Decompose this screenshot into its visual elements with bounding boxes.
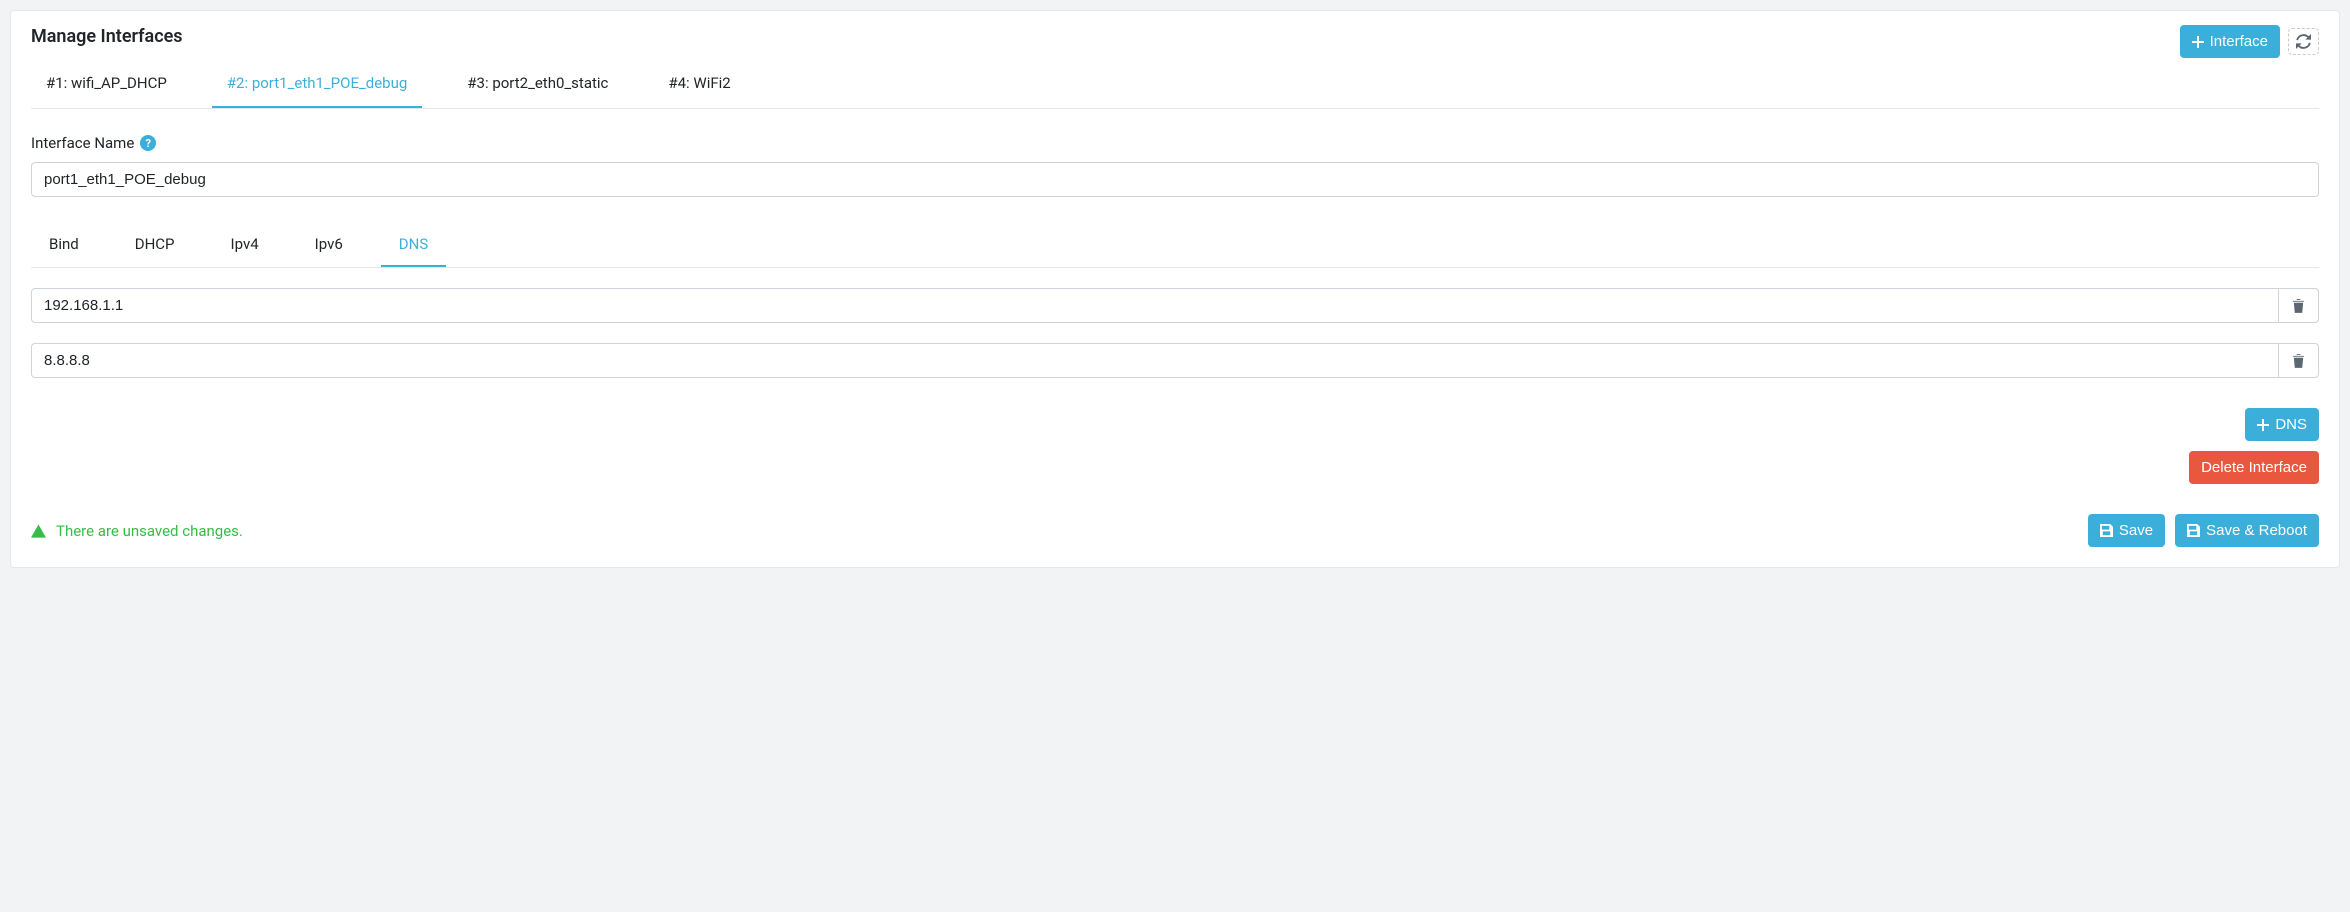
header-actions: Interface: [2180, 25, 2319, 58]
card-header: Manage Interfaces Interface: [11, 11, 2339, 58]
save-reboot-label: Save & Reboot: [2206, 520, 2307, 541]
delete-dns-button-0[interactable]: [2279, 288, 2319, 323]
add-interface-button[interactable]: Interface: [2180, 25, 2280, 58]
dns-input-0[interactable]: [31, 288, 2279, 323]
subtab-bind[interactable]: Bind: [31, 225, 97, 267]
trash-icon: [2292, 353, 2305, 368]
delete-dns-button-1[interactable]: [2279, 343, 2319, 378]
dns-entry-row: [31, 343, 2319, 378]
save-reboot-button[interactable]: Save & Reboot: [2175, 514, 2319, 547]
add-dns-label: DNS: [2275, 414, 2307, 435]
unsaved-warning: There are unsaved changes.: [31, 522, 243, 540]
save-button[interactable]: Save: [2088, 514, 2165, 547]
interface-name-label-row: Interface Name ?: [31, 134, 2319, 152]
footer-buttons: Save Save & Reboot: [2088, 514, 2319, 547]
save-icon: [2100, 524, 2113, 537]
subtab-dhcp[interactable]: DHCP: [117, 225, 193, 267]
tab-interface-1[interactable]: #1: wifi_AP_DHCP: [31, 64, 182, 108]
delete-interface-button[interactable]: Delete Interface: [2189, 451, 2319, 484]
interface-name-label: Interface Name: [31, 134, 134, 152]
dns-entry-row: [31, 288, 2319, 323]
interface-subtabs: Bind DHCP Ipv4 Ipv6 DNS: [31, 225, 2319, 268]
plus-icon: [2192, 36, 2204, 48]
interface-actions: DNS Delete Interface: [31, 408, 2319, 484]
footer: There are unsaved changes. Save Save & R…: [31, 514, 2319, 547]
interface-name-input[interactable]: [31, 162, 2319, 197]
add-interface-label: Interface: [2210, 31, 2268, 52]
page-title: Manage Interfaces: [31, 26, 183, 47]
refresh-button[interactable]: [2288, 28, 2319, 55]
tab-interface-2[interactable]: #2: port1_eth1_POE_debug: [212, 64, 422, 108]
interface-tabs: #1: wifi_AP_DHCP #2: port1_eth1_POE_debu…: [31, 64, 2319, 109]
manage-interfaces-card: Manage Interfaces Interface #1: wifi_AP_…: [10, 10, 2340, 568]
add-dns-button[interactable]: DNS: [2245, 408, 2319, 441]
subtab-ipv4[interactable]: Ipv4: [213, 225, 277, 267]
refresh-icon: [2296, 34, 2311, 49]
tab-interface-3[interactable]: #3: port2_eth0_static: [452, 64, 623, 108]
plus-icon: [2257, 419, 2269, 431]
save-icon: [2187, 524, 2200, 537]
subtab-ipv6[interactable]: Ipv6: [297, 225, 361, 267]
save-label: Save: [2119, 520, 2153, 541]
tab-interface-4[interactable]: #4: WiFi2: [653, 64, 745, 108]
dns-input-1[interactable]: [31, 343, 2279, 378]
tab-body: Interface Name ? Bind DHCP Ipv4 Ipv6 DNS: [11, 109, 2339, 567]
subtab-dns[interactable]: DNS: [381, 225, 446, 267]
unsaved-text: There are unsaved changes.: [56, 522, 243, 540]
help-icon[interactable]: ?: [140, 135, 156, 151]
warning-icon: [31, 524, 46, 538]
trash-icon: [2292, 298, 2305, 313]
